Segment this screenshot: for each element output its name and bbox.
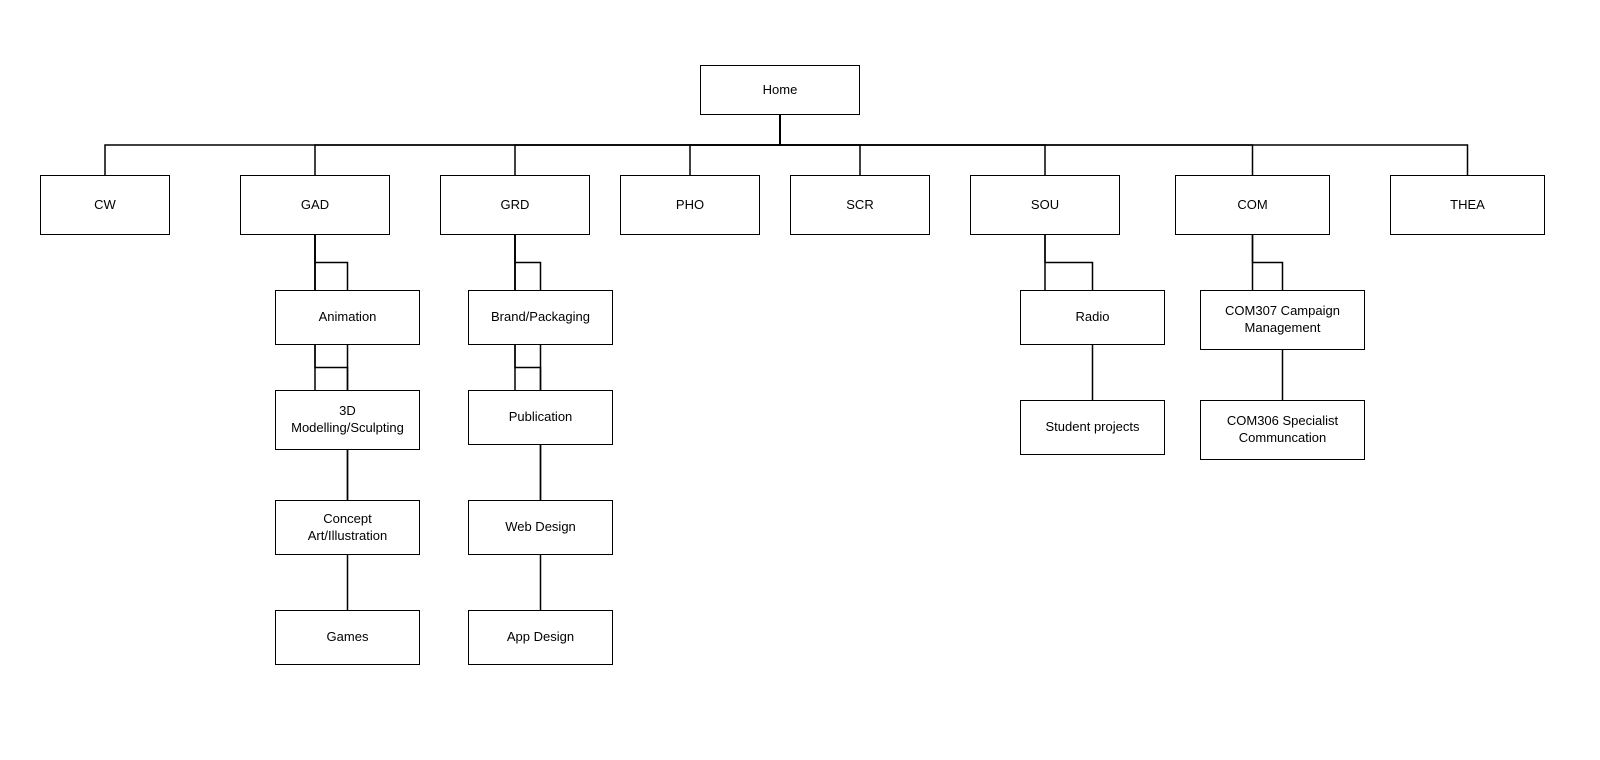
node-radio[interactable]: Radio xyxy=(1020,290,1165,345)
node-com306[interactable]: COM306 SpecialistCommuncation xyxy=(1200,400,1365,460)
node-games[interactable]: Games xyxy=(275,610,420,665)
node-home[interactable]: Home xyxy=(700,65,860,115)
node-appdesign[interactable]: App Design xyxy=(468,610,613,665)
node-grd[interactable]: GRD xyxy=(440,175,590,235)
node-concept[interactable]: ConceptArt/Illustration xyxy=(275,500,420,555)
node-publication[interactable]: Publication xyxy=(468,390,613,445)
node-modelling[interactable]: 3DModelling/Sculpting xyxy=(275,390,420,450)
node-webdesign[interactable]: Web Design xyxy=(468,500,613,555)
node-com[interactable]: COM xyxy=(1175,175,1330,235)
node-thea[interactable]: THEA xyxy=(1390,175,1545,235)
node-animation[interactable]: Animation xyxy=(275,290,420,345)
node-gad[interactable]: GAD xyxy=(240,175,390,235)
node-scr[interactable]: SCR xyxy=(790,175,930,235)
node-brand[interactable]: Brand/Packaging xyxy=(468,290,613,345)
node-cw[interactable]: CW xyxy=(40,175,170,235)
node-sou[interactable]: SOU xyxy=(970,175,1120,235)
node-pho[interactable]: PHO xyxy=(620,175,760,235)
node-studentprojects[interactable]: Student projects xyxy=(1020,400,1165,455)
tree-container: Home CW GAD GRD PHO SCR SOU COM THEA Animation 3DM… xyxy=(0,0,1600,760)
node-com307[interactable]: COM307 CampaignManagement xyxy=(1200,290,1365,350)
